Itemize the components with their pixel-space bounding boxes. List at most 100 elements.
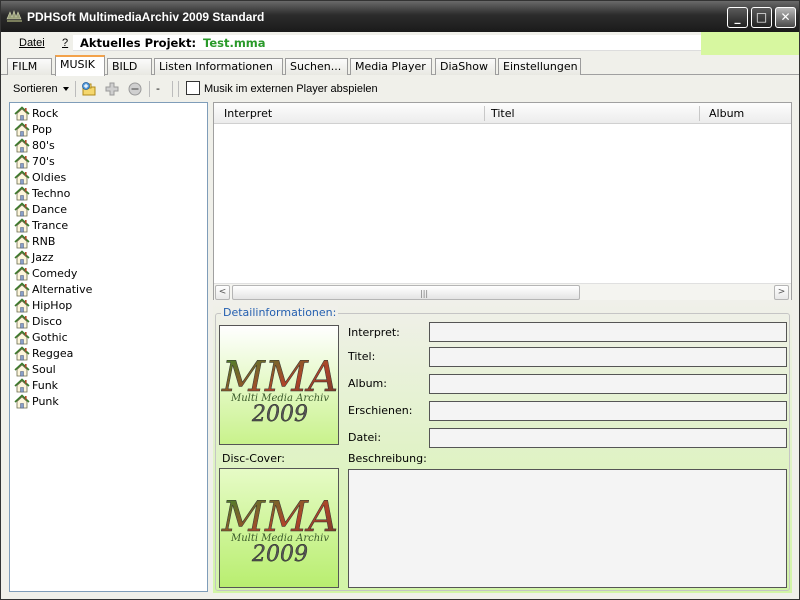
titel-field[interactable] (429, 347, 787, 367)
svg-text:2009: 2009 (251, 402, 308, 427)
home-folder-icon (14, 362, 30, 377)
menu-bar-accent (701, 32, 799, 55)
app-logo-icon (6, 10, 22, 22)
window-title: PDHSoft MultimediaArchiv 2009 Standard (27, 10, 265, 24)
sort-dropdown-label[interactable]: Sortieren (13, 83, 58, 95)
toolbar-separator (75, 81, 76, 97)
interpret-field[interactable] (429, 322, 787, 342)
column-header-titel[interactable]: Titel (491, 107, 515, 120)
tab-bild[interactable]: BILD (107, 58, 152, 75)
maximize-button[interactable]: □ (751, 7, 772, 28)
disc-cover-image[interactable]: MMA Multi Media Archiv 2009 (219, 468, 339, 588)
detail-panel: Detailinformationen: MMA Multi Media Arc… (213, 301, 792, 593)
description-field[interactable] (348, 469, 787, 588)
tab-suchen[interactable]: Suchen... (285, 58, 348, 75)
tab-musik[interactable]: MUSIK (55, 55, 105, 76)
album-field[interactable] (429, 374, 787, 394)
home-folder-icon (14, 394, 30, 409)
genre-tree-item-label: Funk (32, 379, 59, 392)
svg-text:2009: 2009 (251, 542, 308, 567)
genre-tree-item-label: Alternative (32, 283, 93, 296)
current-project-label: Aktuelles Projekt: (80, 36, 197, 50)
title-bar[interactable]: PDHSoft MultimediaArchiv 2009 Standard _… (1, 1, 799, 32)
add-item-icon[interactable] (104, 81, 120, 97)
field-label-titel: Titel: (348, 350, 376, 363)
description-label: Beschreibung: (348, 452, 427, 465)
home-folder-icon (14, 186, 30, 201)
genre-tree-item-label: HipHop (32, 299, 73, 312)
genre-tree-item-label: 70's (32, 155, 55, 168)
genre-tree-item-label: Gothic (32, 331, 68, 344)
mma-logo-icon: MMA Multi Media Archiv 2009 (220, 326, 338, 444)
field-label-album: Album: (348, 377, 387, 390)
field-label-datei: Datei: (348, 431, 382, 444)
toolbar-separator (178, 81, 179, 97)
genre-tree-item-label: Dance (32, 203, 67, 216)
toolbar-separator (172, 81, 173, 97)
column-header-album[interactable]: Album (709, 107, 744, 120)
home-folder-icon (14, 138, 30, 153)
home-folder-icon (14, 106, 30, 121)
table-horizontal-scrollbar[interactable]: < ||| > (214, 283, 791, 300)
tab-media-player[interactable]: Media Player (350, 58, 432, 75)
toolbar-separator (149, 81, 150, 97)
mma-logo-icon: MMA Multi Media Archiv 2009 (220, 469, 338, 587)
toolbar-dash: - (156, 82, 160, 95)
column-divider[interactable] (484, 106, 485, 121)
home-folder-icon (14, 282, 30, 297)
genre-tree-item-label: Punk (32, 395, 59, 408)
remove-item-icon[interactable] (127, 81, 143, 97)
home-folder-icon (14, 202, 30, 217)
home-folder-icon (14, 330, 30, 345)
close-button[interactable]: ✕ (775, 7, 796, 28)
app-window: PDHSoft MultimediaArchiv 2009 Standard _… (0, 0, 800, 600)
home-folder-icon (14, 218, 30, 233)
home-folder-icon (14, 250, 30, 265)
genre-tree-item-label: Rock (32, 107, 59, 120)
scroll-right-button[interactable]: > (774, 285, 789, 300)
tab-einstellungen[interactable]: Einstellungen (498, 58, 581, 75)
home-folder-icon (14, 122, 30, 137)
home-folder-icon (14, 266, 30, 281)
toolbar: Sortieren - Musik im externen Player abs… (1, 76, 799, 102)
add-category-icon[interactable] (81, 81, 97, 97)
menu-help[interactable]: ? (62, 37, 68, 49)
genre-tree-item-label: Comedy (32, 267, 78, 280)
genre-tree-item-label: Disco (32, 315, 63, 328)
scroll-grip: ||| (420, 289, 429, 298)
column-divider[interactable] (699, 106, 700, 121)
datei-field[interactable] (429, 428, 787, 448)
tab-listen-informationen[interactable]: Listen Informationen (154, 58, 283, 75)
menu-bar: Datei ? Aktuelles Projekt: Test.mma (1, 32, 799, 55)
genre-tree-item-label: Reggea (32, 347, 74, 360)
scroll-thumb[interactable]: ||| (232, 285, 580, 300)
tab-film[interactable]: FILM (7, 58, 52, 75)
table-header: Interpret Titel Album (214, 103, 791, 124)
genre-tree-item-label: Jazz (32, 251, 54, 264)
column-header-interpret[interactable]: Interpret (224, 107, 272, 120)
current-project-value: Test.mma (203, 36, 266, 50)
home-folder-icon (14, 346, 30, 361)
genre-tree-item-label: 80's (32, 139, 55, 152)
sort-dropdown-arrow-icon[interactable] (63, 87, 69, 91)
disc-cover-label: Disc-Cover: (222, 452, 285, 465)
external-player-label[interactable]: Musik im externen Player abspielen (204, 83, 378, 95)
external-player-checkbox[interactable] (186, 81, 200, 95)
genre-tree[interactable]: Rock Pop 80's 70's Oldies Techno Dance Trance RN… (9, 102, 208, 592)
home-folder-icon (14, 234, 30, 249)
detail-group-title: Detailinformationen: (221, 306, 339, 319)
minimize-button[interactable]: _ (727, 7, 748, 28)
field-label-erschienen: Erschienen: (348, 404, 413, 417)
menu-file[interactable]: Datei (19, 37, 45, 49)
genre-tree-item-label: Trance (32, 219, 69, 232)
tab-diashow[interactable]: DiaShow (435, 58, 496, 75)
album-artwork: MMA Multi Media Archiv 2009 (219, 325, 339, 445)
genre-tree-item-label: Pop (32, 123, 52, 136)
track-table[interactable]: Interpret Titel Album < ||| > (213, 102, 792, 300)
home-folder-icon (14, 378, 30, 393)
home-folder-icon (14, 298, 30, 313)
field-label-interpret: Interpret: (348, 326, 400, 339)
erschienen-field[interactable] (429, 401, 787, 421)
home-folder-icon (14, 314, 30, 329)
scroll-left-button[interactable]: < (215, 285, 230, 300)
